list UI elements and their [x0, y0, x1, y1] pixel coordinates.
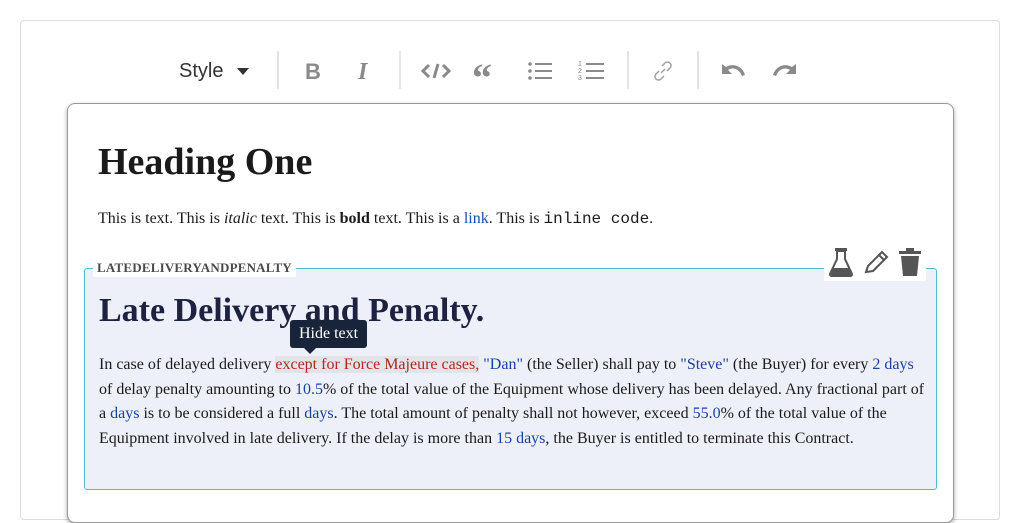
- svg-text:2: 2: [578, 68, 582, 75]
- bold-text: bold: [339, 210, 370, 227]
- quote-icon: “: [472, 61, 492, 81]
- clause-block: LATEDELIVERYANDPENALTY Late Delivery and…: [84, 247, 937, 490]
- clause-toolbar: [824, 247, 926, 281]
- clause-label: LATEDELIVERYANDPENALTY: [93, 259, 296, 277]
- undo-icon: [722, 64, 745, 76]
- link-button[interactable]: [649, 51, 677, 91]
- flask-icon[interactable]: [828, 247, 854, 282]
- termination-variable[interactable]: 15 days: [496, 430, 545, 447]
- svg-text:1: 1: [578, 61, 582, 68]
- trash-icon[interactable]: [898, 247, 922, 282]
- chevron-down-icon: [237, 67, 250, 75]
- penalty-duration-variable[interactable]: 2 days: [872, 356, 913, 373]
- svg-text:3: 3: [578, 75, 582, 82]
- svg-text:“: “: [472, 61, 492, 81]
- heading-one: Heading One: [98, 141, 313, 183]
- text-link[interactable]: link: [464, 210, 489, 227]
- toolbar-divider: [627, 51, 629, 89]
- italic-icon: I: [357, 59, 369, 83]
- code-button[interactable]: [419, 51, 453, 91]
- clause-text: In case of delayed delivery except for F…: [99, 356, 925, 447]
- link-icon: [654, 61, 672, 81]
- redo-icon: [773, 64, 796, 76]
- undo-button[interactable]: [719, 51, 747, 91]
- seller-variable[interactable]: "Dan": [483, 356, 523, 373]
- italic-text: italic: [223, 210, 257, 227]
- style-dropdown-label: Style: [179, 59, 224, 82]
- bold-icon: B: [305, 60, 321, 82]
- penalty-percentage-variable[interactable]: 10.5: [295, 381, 323, 398]
- toolbar-divider: [277, 51, 279, 89]
- bold-button[interactable]: B: [301, 51, 325, 91]
- hideable-text[interactable]: except for Force Majeure cases,: [275, 356, 480, 373]
- inline-code: inline code: [543, 210, 650, 228]
- redo-button[interactable]: [771, 51, 799, 91]
- fractional-part-variable[interactable]: days: [110, 405, 139, 422]
- bulleted-list-icon: [528, 62, 552, 80]
- cap-percentage-variable[interactable]: 55.0: [693, 405, 721, 422]
- hide-text-tooltip: Hide text: [290, 320, 368, 354]
- svg-text:I: I: [357, 59, 369, 83]
- code-icon: [420, 63, 452, 79]
- formatting-toolbar: Style B I “ 123: [21, 21, 999, 111]
- toolbar-divider: [399, 51, 401, 89]
- quote-button[interactable]: “: [471, 51, 501, 91]
- numbered-list-button[interactable]: 123: [577, 51, 605, 91]
- pencil-icon[interactable]: [862, 247, 890, 282]
- style-dropdown[interactable]: Style: [179, 51, 250, 91]
- svg-text:B: B: [305, 60, 321, 82]
- document-editor[interactable]: Heading One This is text. This is italic…: [67, 103, 954, 523]
- fractional-part-variable[interactable]: days: [304, 405, 333, 422]
- numbered-list-icon: 123: [578, 61, 604, 82]
- buyer-variable[interactable]: "Steve": [680, 356, 729, 373]
- bulleted-list-button[interactable]: [527, 51, 553, 91]
- toolbar-divider: [697, 51, 699, 89]
- italic-button[interactable]: I: [353, 51, 377, 91]
- sample-paragraph: This is text. This is italic text. This …: [98, 210, 654, 228]
